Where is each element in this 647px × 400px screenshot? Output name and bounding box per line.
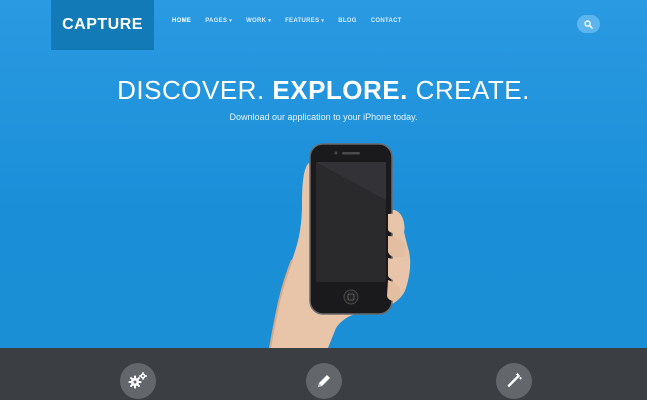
search-icon — [584, 19, 593, 29]
magic-wand-icon — [507, 373, 522, 387]
site-logo[interactable]: CAPTURE — [51, 0, 154, 50]
nav-item-pages[interactable]: PAGES ▾ — [205, 18, 232, 24]
pencil-icon — [318, 375, 330, 387]
nav-item-label: WORK — [246, 18, 267, 24]
search-button[interactable] — [577, 15, 600, 33]
hero-section: CAPTURE HOME PAGES ▾ WORK ▾ FEATURES ▾ B… — [0, 0, 647, 348]
chevron-down-icon: ▾ — [321, 18, 325, 24]
headline-bold: EXPLORE. — [272, 75, 408, 105]
nav-item-label: PAGES — [205, 18, 228, 24]
chevron-down-icon: ▾ — [268, 18, 272, 24]
nav-item-home[interactable]: HOME — [172, 18, 191, 24]
gears-icon — [128, 372, 147, 389]
headline-part-1: DISCOVER. — [117, 75, 273, 105]
nav-item-contact[interactable]: CONTACT — [371, 18, 402, 24]
feature-gears[interactable] — [120, 363, 156, 399]
nav-item-work[interactable]: WORK ▾ — [246, 18, 271, 24]
headline-part-3: CREATE. — [407, 75, 530, 105]
nav-item-blog[interactable]: BLOG — [338, 18, 357, 24]
nav-item-label: HOME — [172, 18, 192, 24]
nav-item-label: BLOG — [338, 18, 357, 24]
features-bar — [0, 348, 647, 400]
feature-pencil[interactable] — [306, 363, 342, 399]
main-nav: HOME PAGES ▾ WORK ▾ FEATURES ▾ BLOG CONT… — [172, 18, 416, 24]
nav-item-label: CONTACT — [370, 18, 402, 24]
logo-text: CAPTURE — [62, 16, 143, 33]
hand-holding-phone-image — [269, 143, 411, 348]
feature-magic-wand[interactable] — [496, 363, 532, 399]
chevron-down-icon: ▾ — [229, 18, 233, 24]
hero-subline: Download our application to your iPhone … — [229, 112, 418, 122]
hero-headline: DISCOVER. EXPLORE. CREATE. — [0, 75, 647, 106]
page: CAPTURE HOME PAGES ▾ WORK ▾ FEATURES ▾ B… — [0, 0, 647, 400]
nav-item-features[interactable]: FEATURES ▾ — [285, 18, 324, 24]
nav-item-label: FEATURES — [285, 18, 320, 24]
